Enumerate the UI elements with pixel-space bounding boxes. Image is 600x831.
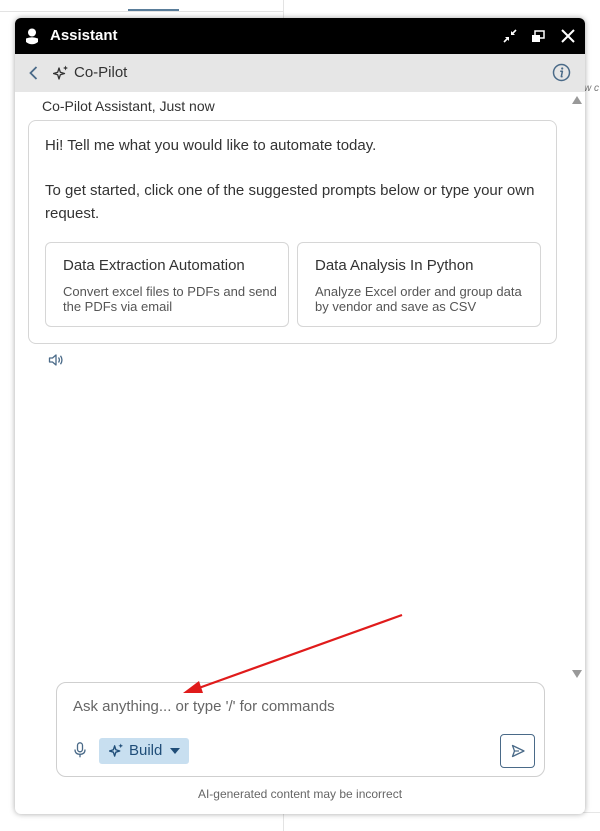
collapse-arrows-icon (503, 29, 517, 43)
minimize-button[interactable] (500, 26, 520, 46)
sparkle-icon (53, 65, 68, 80)
prompt-input[interactable] (73, 695, 528, 717)
header-title: Co-Pilot (74, 64, 128, 81)
chevron-left-icon[interactable] (26, 65, 42, 81)
assistant-message: Hi! Tell me what you would like to autom… (28, 120, 557, 344)
popout-button[interactable] (528, 26, 548, 46)
background-clipped-text: w c (584, 83, 599, 94)
background-divider (0, 11, 283, 12)
sparkle-icon (109, 743, 124, 757)
build-mode-label: Build (129, 742, 163, 759)
prompt-composer: Build (56, 682, 545, 777)
microphone-icon[interactable] (74, 742, 86, 758)
suggestion-description: Convert excel files to PDFs and send the… (63, 284, 277, 314)
suggestion-card-data-analysis[interactable]: Data Analysis In Python Analyze Excel or… (297, 242, 541, 327)
speaker-icon[interactable] (48, 353, 64, 367)
copilot-header: Co-Pilot (15, 54, 585, 92)
chat-area[interactable]: Co-Pilot Assistant, Just now Hi! Tell me… (15, 92, 585, 682)
message-sender: Co-Pilot Assistant, Just now (42, 98, 215, 114)
info-icon[interactable] (552, 63, 571, 82)
suggestion-title: Data Extraction Automation (63, 257, 245, 274)
suggestion-title: Data Analysis In Python (315, 257, 474, 274)
ai-disclaimer: AI-generated content may be incorrect (197, 787, 403, 801)
background-active-tab-indicator (128, 9, 179, 11)
build-mode-dropdown[interactable]: Build (99, 738, 189, 764)
assistant-panel: Assistant Co-Pilot Co-Pilot Assistant, J… (15, 18, 585, 814)
assistant-app-icon (26, 28, 38, 45)
close-button[interactable] (558, 26, 578, 46)
send-icon (511, 744, 525, 758)
popout-window-icon (532, 29, 545, 42)
window-title: Assistant (50, 27, 118, 44)
caret-down-icon (170, 748, 180, 754)
scroll-down-arrow-icon[interactable] (572, 670, 582, 678)
instructions-text: To get started, click one of the suggest… (45, 182, 535, 222)
close-icon (561, 29, 575, 43)
send-button[interactable] (500, 734, 535, 768)
greeting-text: Hi! Tell me what you would like to autom… (45, 137, 377, 154)
assistant-titlebar: Assistant (15, 18, 585, 54)
scroll-up-arrow-icon[interactable] (572, 96, 582, 104)
suggestion-description: Analyze Excel order and group data by ve… (315, 284, 522, 314)
suggestion-card-data-extraction[interactable]: Data Extraction Automation Convert excel… (45, 242, 289, 327)
